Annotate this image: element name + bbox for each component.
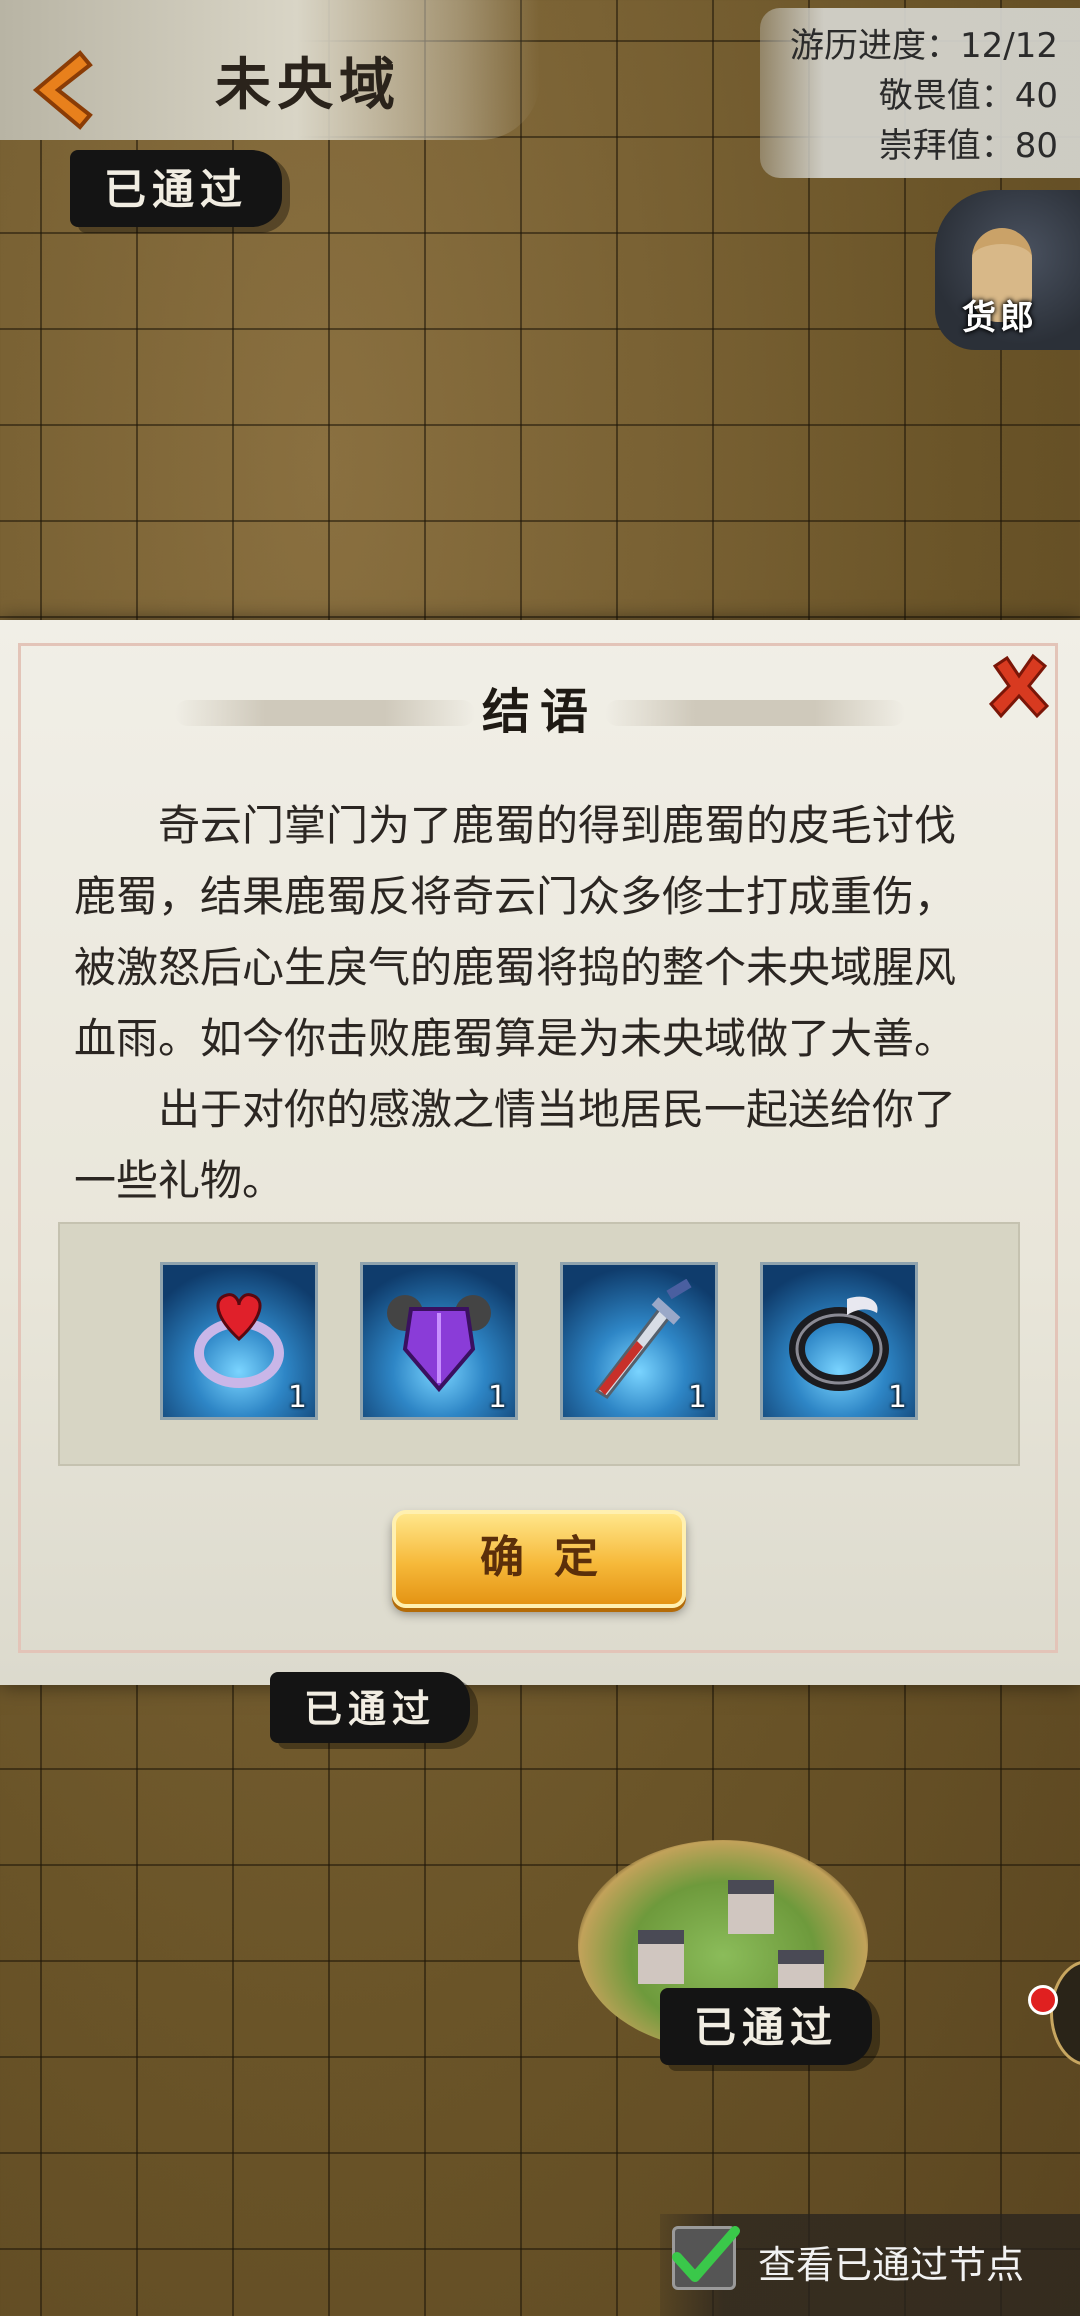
reward-item-2[interactable]: 1 <box>360 1262 518 1420</box>
reward-item-4[interactable]: 1 <box>760 1262 918 1420</box>
close-x-icon <box>988 653 1050 719</box>
reward-count: 1 <box>887 1380 907 1415</box>
reward-item-1[interactable]: 1 <box>160 1262 318 1420</box>
dialog-paragraph-2: 出于对你的感激之情当地居民一起送给你了一些礼物。 <box>74 1085 957 1205</box>
back-button[interactable] <box>22 45 102 135</box>
reward-count: 1 <box>487 1380 507 1415</box>
region-title: 未央域 <box>215 52 401 118</box>
dialog-title: 结语 <box>481 684 598 740</box>
reward-item-3[interactable]: 1 <box>560 1262 718 1420</box>
dialog-paragraph-1: 奇云门掌门为了鹿蜀的得到鹿蜀的皮毛讨伐鹿蜀，结果鹿蜀反将奇云门众多修士打成重伤，… <box>74 801 957 1063</box>
notification-dot <box>1028 1985 1058 2015</box>
travel-progress: 游历进度：12/12 <box>790 26 1058 66</box>
view-passed-checkbox[interactable] <box>672 2226 740 2290</box>
view-passed-label: 查看已通过节点 <box>758 2243 1025 2287</box>
house-icon <box>728 1880 774 1934</box>
silver-ring-icon <box>789 1296 889 1391</box>
house-icon <box>638 1930 684 1984</box>
back-arrow-icon <box>32 50 93 130</box>
passed-tag-top-left: 已通过 <box>70 150 283 227</box>
worship-value: 崇拜值：80 <box>878 126 1058 166</box>
passed-tag-mid: 已通过 <box>270 1672 471 1743</box>
dialog-body: 奇云门掌门为了鹿蜀的得到鹿蜀的皮毛讨伐鹿蜀，结果鹿蜀反将奇云门众多修士打成重伤，… <box>74 790 980 1216</box>
heart-gem-ring-icon <box>194 1293 284 1388</box>
reward-count: 1 <box>287 1380 307 1415</box>
confirm-button[interactable]: 确定 <box>392 1510 686 1608</box>
edge-map-node[interactable] <box>1050 1960 1080 2066</box>
sword-icon <box>594 1279 692 1399</box>
purple-armor-icon <box>387 1295 491 1393</box>
stats-panel: 游历进度：12/12 敬畏值：40 崇拜值：80 <box>760 8 1080 178</box>
peddler-label: 货郎 <box>962 298 1038 338</box>
passed-tag-village: 已通过 <box>660 1988 873 2065</box>
checkmark-icon <box>672 2226 740 2282</box>
close-button[interactable] <box>985 652 1053 720</box>
awe-value: 敬畏值：40 <box>878 76 1058 116</box>
reward-count: 1 <box>687 1380 707 1415</box>
